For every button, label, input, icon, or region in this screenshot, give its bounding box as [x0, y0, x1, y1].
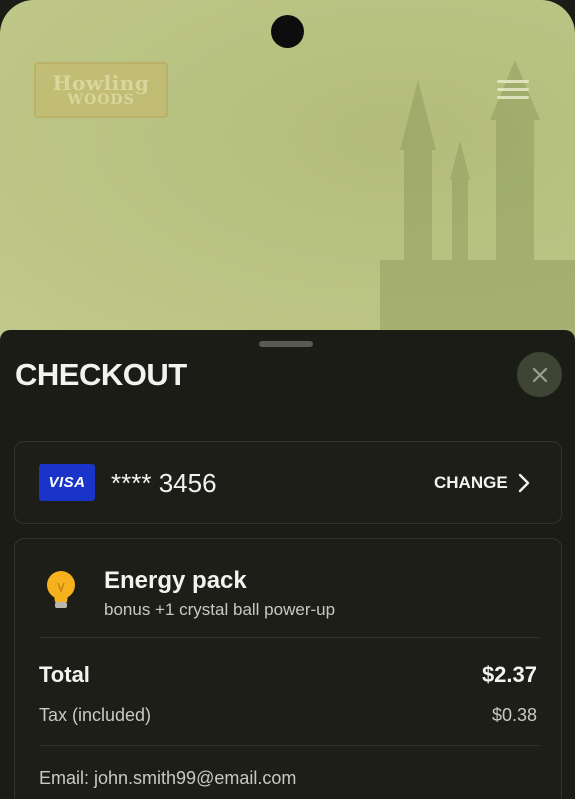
- tax-value: $0.38: [491, 705, 537, 725]
- camera-cutout: [271, 15, 304, 48]
- app-screen: Howling WOODS CHECKOUT VISA **** 3456 CH…: [0, 0, 575, 799]
- email-text: Email: john.smith99@email.com: [39, 768, 297, 788]
- sheet-drag-handle[interactable]: [259, 341, 313, 347]
- item-description: bonus +1 crystal ball power-up: [104, 600, 336, 619]
- total-label: Total: [39, 662, 90, 687]
- close-button[interactable]: [517, 352, 562, 397]
- lightbulb-icon: [47, 571, 75, 608]
- close-icon: [532, 367, 547, 382]
- logo-line-1: Howling: [52, 71, 150, 95]
- chevron-right-icon[interactable]: [517, 472, 531, 494]
- checkout-title: CHECKOUT: [15, 357, 187, 392]
- total-value: $2.37: [481, 662, 537, 687]
- game-hero-background: Howling WOODS: [0, 0, 575, 340]
- castle-silhouette: [380, 60, 575, 340]
- howling-woods-logo: Howling WOODS: [34, 62, 168, 118]
- item-name: Energy pack: [104, 567, 247, 594]
- checkout-sheet: CHECKOUT VISA **** 3456 CHANGE Energy pa…: [0, 330, 575, 799]
- tax-label: Tax (included): [39, 705, 152, 725]
- divider: [39, 745, 539, 746]
- divider: [39, 637, 539, 638]
- change-payment-button[interactable]: CHANGE: [434, 473, 508, 493]
- payment-method-row[interactable]: VISA **** 3456 CHANGE: [14, 441, 562, 524]
- hamburger-menu-icon[interactable]: [497, 80, 529, 102]
- visa-logo: VISA: [39, 464, 95, 501]
- order-summary-card: Energy pack bonus +1 crystal ball power-…: [14, 538, 562, 799]
- logo-line-2: WOODS: [67, 92, 135, 108]
- card-number: **** 3456: [111, 468, 217, 498]
